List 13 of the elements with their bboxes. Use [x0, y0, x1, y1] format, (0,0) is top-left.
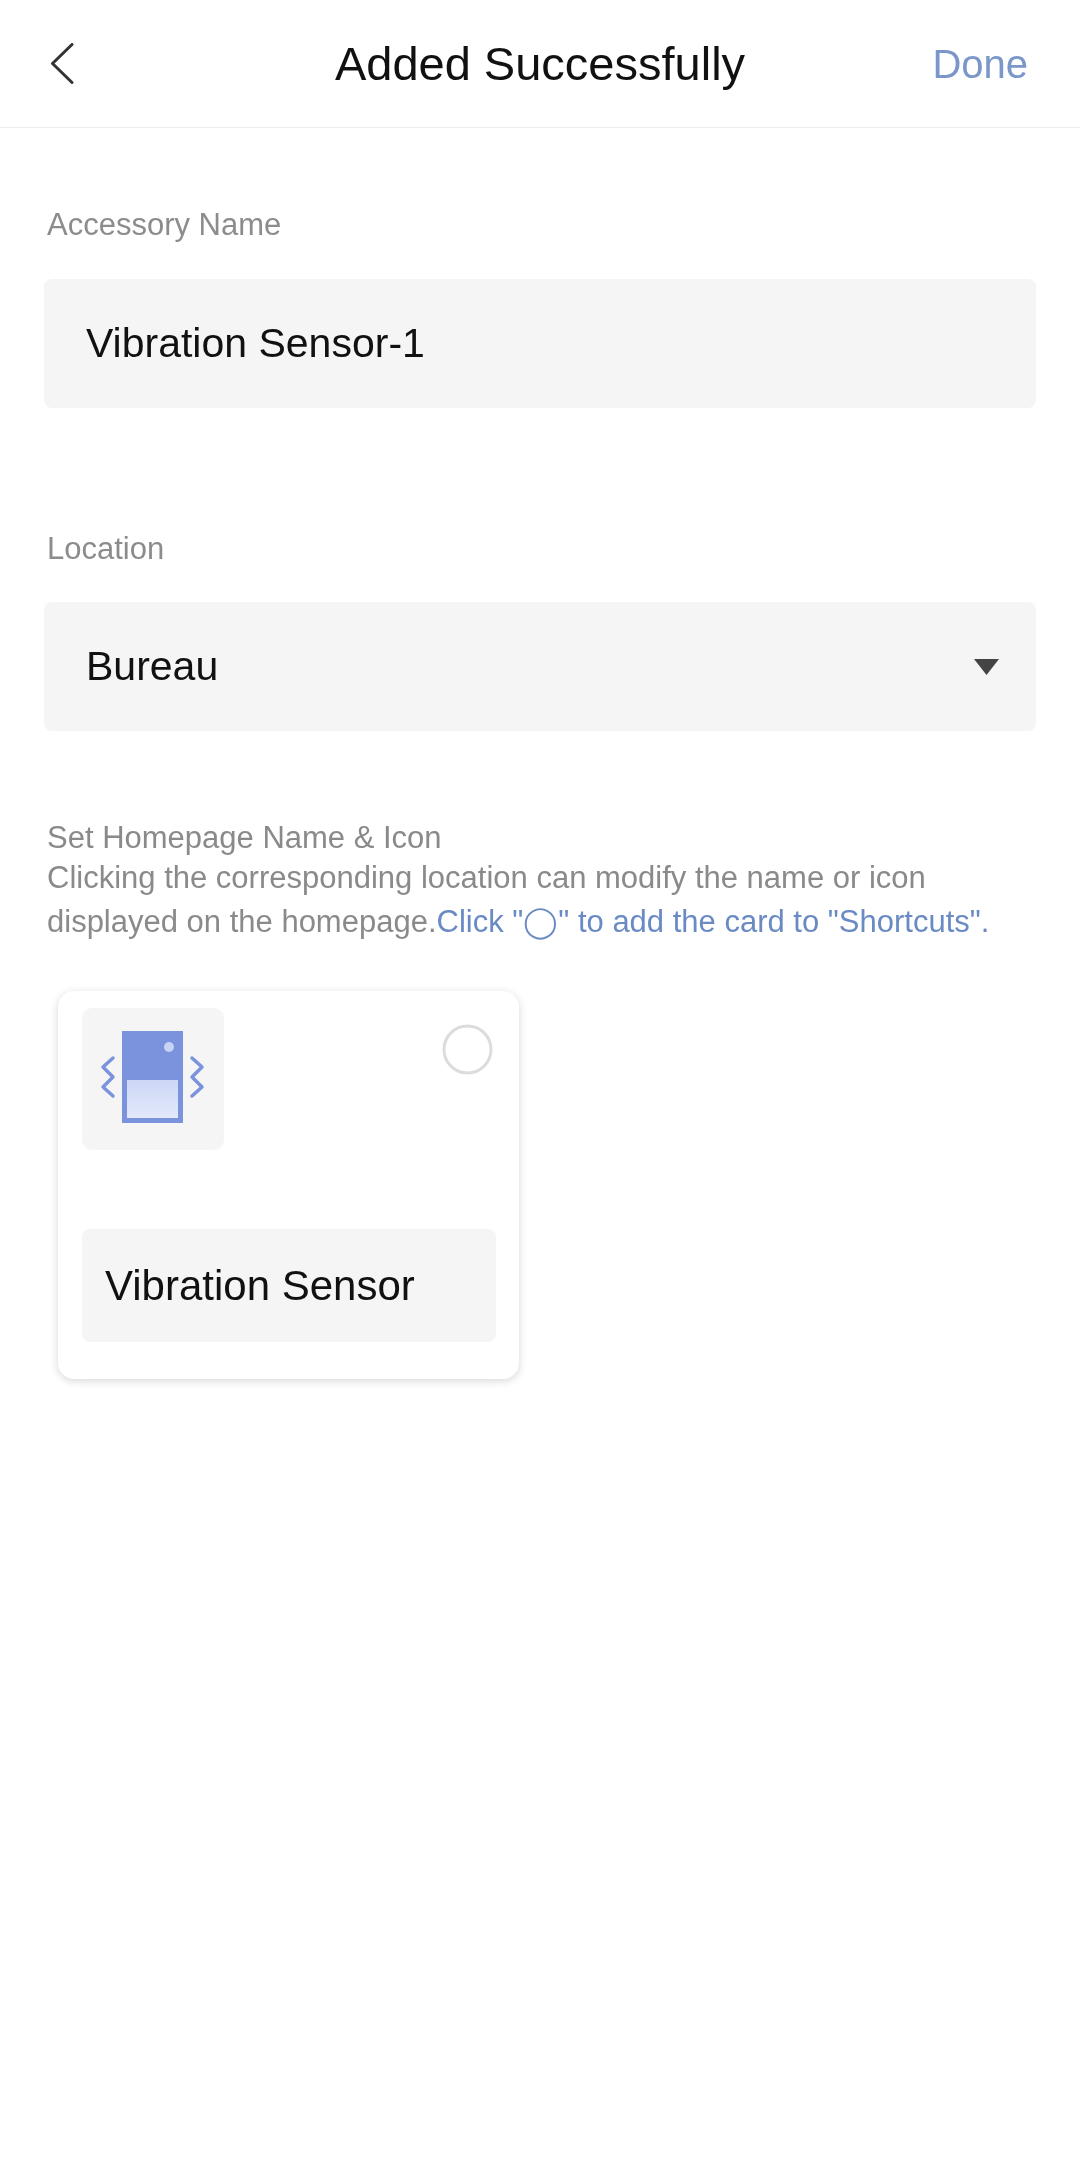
- radio-icon[interactable]: [442, 1024, 493, 1075]
- page-title: Added Successfully: [334, 35, 746, 92]
- card-name-field[interactable]: Vibration Sensor: [82, 1229, 496, 1342]
- location-dropdown[interactable]: Bureau: [44, 602, 1036, 731]
- field-label: Location: [46, 531, 165, 567]
- device-card[interactable]: Vibration Sensor: [58, 991, 519, 1379]
- name-input-field[interactable]: Vibration Sensor-1: [44, 279, 1036, 408]
- section-title: Set Homepage Name & Icon: [46, 820, 442, 856]
- field-label: Accessory Name: [46, 207, 282, 243]
- description-text: Clicking the corresponding location can modify the name or icon displayed on the homepage.Click "◯" to add the card to "Shortcuts".: [46, 859, 991, 942]
- vibration-sensor-icon: [82, 1008, 224, 1150]
- back-icon[interactable]: [50, 43, 74, 84]
- caret-icon: [974, 658, 999, 675]
